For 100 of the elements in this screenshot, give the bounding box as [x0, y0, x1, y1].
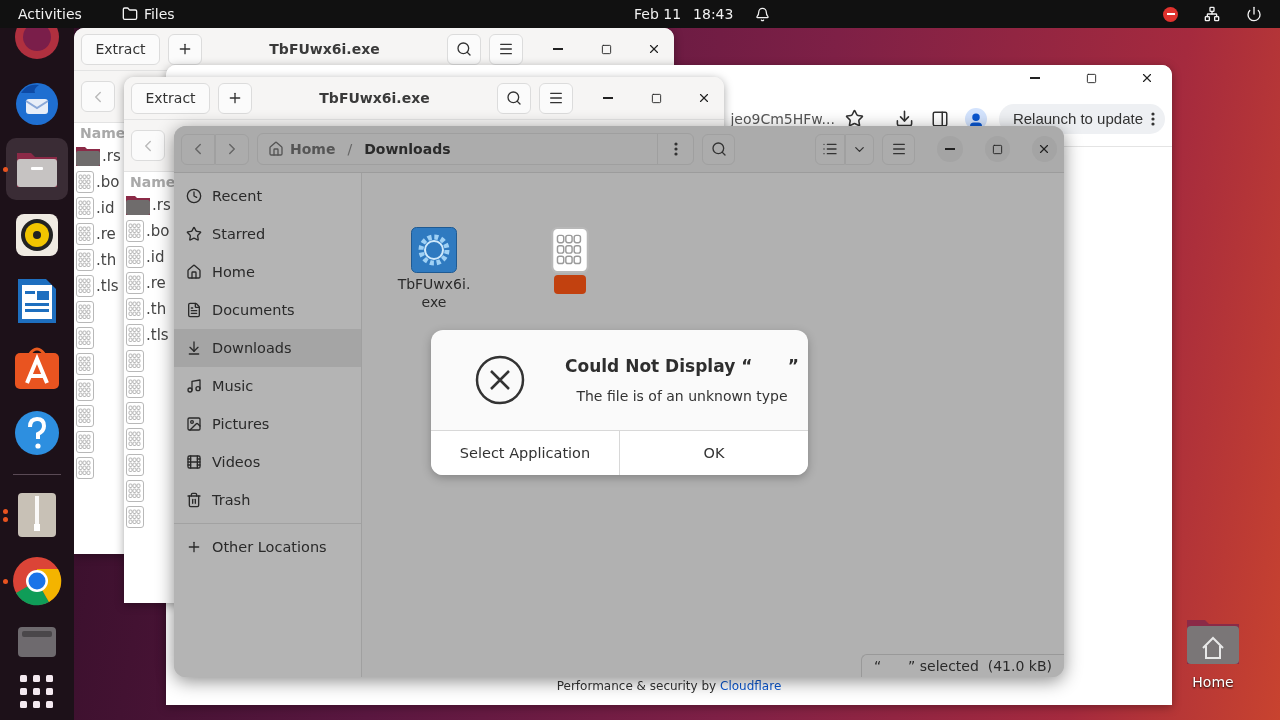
sidebar-item[interactable]: Videos — [174, 443, 361, 481]
status-text: “ ” selected (41.0 kB) — [861, 654, 1064, 677]
ok-button[interactable]: OK — [619, 431, 808, 475]
binary-file-icon — [551, 227, 589, 273]
cloudflare-link[interactable]: Cloudflare — [720, 679, 782, 693]
file-name[interactable]: .rs — [102, 147, 121, 165]
star-icon — [186, 226, 202, 242]
minimize-icon — [603, 97, 613, 99]
file-name[interactable]: .re — [146, 274, 166, 292]
desktop-icon-label: Home — [1192, 674, 1234, 690]
sidebar-item[interactable]: Documents — [174, 291, 361, 329]
close-icon — [1140, 71, 1154, 85]
time-text: 18:43 — [693, 6, 734, 22]
file-name[interactable]: .id — [146, 248, 165, 266]
apps-grid-icon[interactable] — [20, 674, 54, 709]
sidebar-item[interactable]: Recent — [174, 177, 361, 215]
file-name[interactable]: .id — [96, 199, 115, 217]
drive-icon[interactable] — [17, 624, 57, 659]
file-name[interactable]: .bo — [146, 222, 170, 240]
extract-button[interactable]: Extract — [81, 33, 160, 65]
add-button[interactable] — [168, 33, 202, 65]
address-text[interactable]: jeo9Cm5HFw... — [730, 110, 835, 127]
folder-icon — [126, 195, 150, 215]
list-view-button[interactable] — [815, 133, 846, 165]
window-title: TbFUwx6i.exe — [268, 41, 381, 57]
minimize-button[interactable] — [937, 136, 963, 162]
trash-icon — [186, 492, 202, 508]
error-icon — [475, 355, 525, 405]
app-menu[interactable]: Files — [121, 6, 175, 22]
home-icon — [268, 141, 284, 157]
document-icon[interactable] — [15, 277, 59, 325]
footer-text: Performance & security by Cloudflare — [556, 679, 782, 693]
path-crumb[interactable]: Downloads — [364, 141, 451, 157]
column-header: Name — [79, 124, 127, 143]
music-note-icon — [186, 378, 202, 394]
dialog-message: The file is of an unknown type — [576, 388, 788, 404]
power-icon[interactable] — [1246, 6, 1262, 22]
search-icon — [506, 90, 522, 106]
close-icon — [697, 91, 711, 105]
column-header: Name — [129, 173, 177, 192]
help-icon[interactable] — [13, 409, 61, 457]
path-separator: / — [347, 141, 353, 157]
file-item[interactable]: TbFUwx6i.exe — [394, 227, 474, 311]
side-panel-icon[interactable] — [930, 109, 949, 128]
bookmark-star-icon[interactable] — [844, 109, 864, 128]
sidebar-item[interactable]: Music — [174, 367, 361, 405]
sidebar-item[interactable]: Other Locations — [174, 528, 361, 566]
minimize-icon — [553, 48, 563, 50]
speaker-icon[interactable] — [14, 212, 60, 258]
search-button[interactable] — [702, 133, 736, 165]
sidebar-item[interactable]: Downloads — [174, 329, 361, 367]
file-name[interactable]: .rs — [152, 196, 171, 214]
file-name[interactable]: .th — [96, 251, 117, 269]
zipper-icon[interactable] — [17, 492, 57, 538]
file-name: TbFUwx6i.exe — [396, 275, 472, 311]
more-icon — [1151, 111, 1155, 126]
menu-icon — [890, 141, 907, 157]
plus-icon — [177, 41, 193, 57]
minimize-icon — [944, 148, 955, 150]
extract-button[interactable]: Extract — [131, 82, 210, 114]
download-icon — [186, 340, 202, 356]
dialog-title: Could Not Display “ ” — [565, 356, 799, 376]
maximize-icon — [991, 143, 1003, 155]
search-icon — [710, 141, 727, 157]
select-application-button[interactable]: Select Application — [431, 431, 619, 475]
sidebar-item[interactable]: Starred — [174, 215, 361, 253]
maximize-icon — [650, 92, 662, 104]
clock-icon — [186, 188, 202, 204]
download-icon[interactable] — [894, 109, 914, 128]
close-button[interactable] — [1031, 136, 1057, 162]
sidebar-item[interactable]: Home — [174, 253, 361, 291]
folder-icon — [121, 6, 138, 22]
network-icon[interactable] — [1204, 6, 1220, 22]
maximize-button[interactable] — [984, 136, 1010, 162]
minimize-icon — [1030, 77, 1040, 79]
file-name[interactable]: .re — [96, 225, 116, 243]
gear-icon — [411, 227, 457, 273]
film-icon — [186, 454, 202, 470]
sidebar-item[interactable]: Pictures — [174, 405, 361, 443]
search-icon — [456, 41, 472, 57]
file-name[interactable]: .tls — [96, 277, 119, 295]
sidebar-item[interactable]: Trash — [174, 481, 361, 519]
add-button[interactable] — [218, 82, 252, 114]
activities-button[interactable]: Activities — [18, 6, 82, 22]
chrome-icon[interactable] — [12, 556, 62, 606]
do-not-disturb-icon[interactable] — [1163, 6, 1178, 22]
relaunch-button[interactable]: Relaunch to update — [998, 103, 1165, 134]
image-icon — [186, 416, 202, 432]
file-name[interactable]: .bo — [96, 173, 120, 191]
menu-button[interactable] — [882, 133, 916, 165]
file-name[interactable]: .tls — [146, 326, 169, 344]
menu-icon — [548, 90, 564, 106]
plus-icon — [227, 90, 243, 106]
maximize-icon — [1085, 72, 1097, 84]
document-icon — [186, 302, 202, 318]
close-icon — [647, 42, 661, 56]
maximize-icon — [600, 43, 612, 55]
file-name[interactable]: .th — [146, 300, 167, 318]
clock[interactable]: Feb 11 18:43 — [634, 0, 771, 28]
folder-icon — [76, 146, 100, 166]
